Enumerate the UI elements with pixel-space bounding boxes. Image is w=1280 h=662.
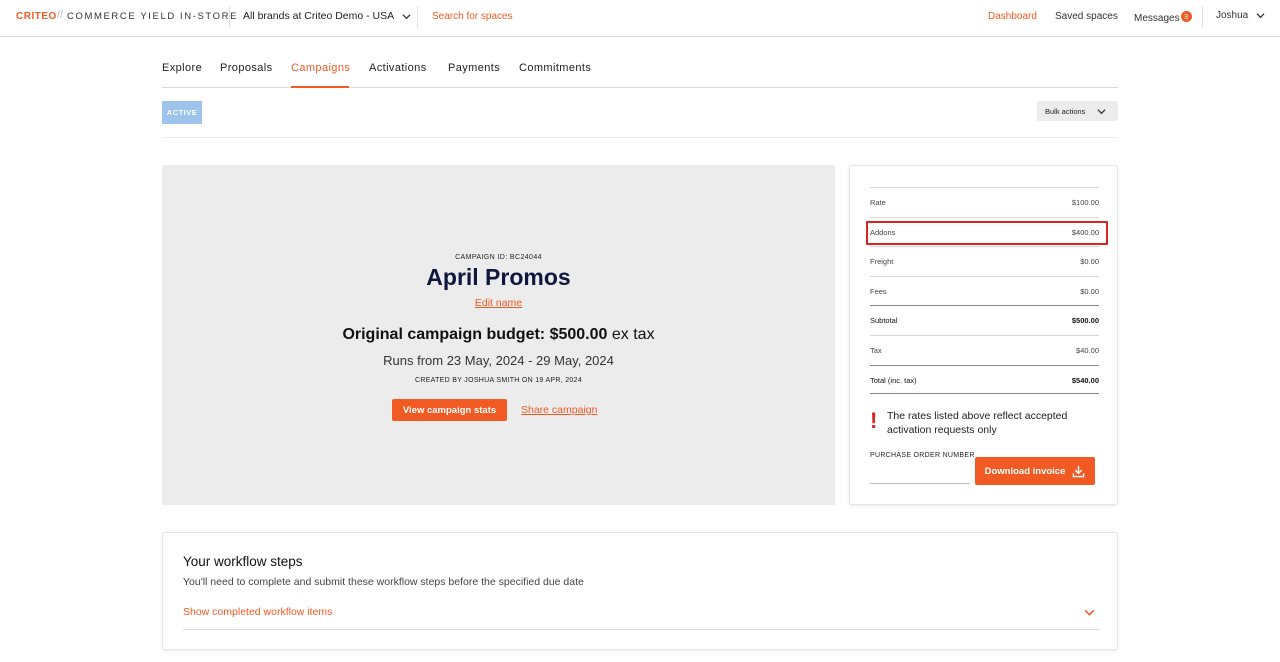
tab-campaigns[interactable]: Campaigns bbox=[291, 62, 350, 74]
summary-label: Rate bbox=[870, 198, 886, 207]
campaign-budget: Original campaign budget: $500.00 ex tax bbox=[162, 326, 835, 344]
chevron-down-icon[interactable] bbox=[1084, 607, 1095, 618]
addons-highlight-box bbox=[866, 221, 1108, 245]
budget-value: $500.00 bbox=[549, 326, 608, 343]
divider bbox=[229, 6, 230, 28]
nav-messages-label: Messages bbox=[1134, 13, 1180, 24]
logo-separator: // bbox=[57, 9, 64, 21]
download-invoice-button[interactable]: Download invoice bbox=[975, 457, 1095, 485]
bulk-actions-button[interactable]: Bulk actions bbox=[1037, 101, 1118, 121]
cost-summary-panel: Rate $100.00 Addons $400.00 Freight $0.0… bbox=[849, 165, 1118, 505]
campaign-title: April Promos bbox=[426, 264, 571, 290]
po-number-label: PURCHASE ORDER NUMBER bbox=[870, 452, 975, 459]
view-campaign-stats-button[interactable]: View campaign stats bbox=[392, 399, 507, 421]
product-name: COMMERCE YIELD IN-STORE bbox=[67, 11, 239, 22]
summary-row-tax: Tax $40.00 bbox=[870, 335, 1099, 364]
summary-value: $40.00 bbox=[1076, 346, 1099, 355]
user-name: Joshua bbox=[1216, 10, 1249, 21]
divider bbox=[162, 137, 1118, 138]
top-navigation-bar: CRITEO // COMMERCE YIELD IN-STORE All br… bbox=[0, 0, 1280, 37]
workflow-steps-card: Your workflow steps You'll need to compl… bbox=[162, 532, 1118, 650]
campaign-created-by: CREATED BY JOSHUA SMITH ON 19 APR, 2024 bbox=[414, 377, 583, 384]
summary-label: Tax bbox=[870, 346, 882, 355]
tab-payments[interactable]: Payments bbox=[448, 62, 500, 74]
brand-select-label: All brands at Criteo Demo - USA bbox=[243, 10, 395, 22]
criteo-logo[interactable]: CRITEO bbox=[16, 11, 57, 22]
workflow-subtitle: You'll need to complete and submit these… bbox=[183, 576, 584, 588]
summary-value: $0.00 bbox=[1080, 287, 1099, 296]
user-menu[interactable]: Joshua bbox=[1216, 10, 1265, 21]
divider bbox=[1202, 6, 1203, 28]
summary-row-fees: Fees $0.00 bbox=[870, 276, 1099, 305]
edit-name-link[interactable]: Edit name bbox=[162, 297, 835, 309]
tab-activations[interactable]: Activations bbox=[369, 62, 427, 74]
campaign-id: CAMPAIGN ID: BC24044 bbox=[455, 254, 542, 261]
budget-suffix: ex tax bbox=[611, 326, 655, 343]
nav-saved-spaces[interactable]: Saved spaces bbox=[1055, 11, 1118, 22]
tab-commitments[interactable]: Commitments bbox=[519, 62, 591, 74]
brand-select[interactable]: All brands at Criteo Demo - USA bbox=[243, 10, 411, 22]
status-badge: ACTIVE bbox=[162, 101, 202, 124]
summary-value: $540.00 bbox=[1071, 376, 1099, 385]
po-number-input[interactable] bbox=[870, 464, 970, 484]
summary-value: $100.00 bbox=[1071, 198, 1099, 207]
campaign-run-dates: Runs from 23 May, 2024 - 29 May, 2024 bbox=[383, 353, 614, 368]
workflow-title: Your workflow steps bbox=[183, 554, 303, 569]
exclamation-icon: ! bbox=[870, 408, 878, 433]
nav-dashboard[interactable]: Dashboard bbox=[988, 11, 1037, 22]
summary-row-subtotal: Subtotal $500.00 bbox=[870, 305, 1099, 334]
summary-row-total: Total (inc. tax) $540.00 bbox=[870, 365, 1099, 394]
divider bbox=[417, 6, 418, 28]
nav-messages[interactable]: Messages 3 bbox=[1134, 11, 1192, 24]
tab-explore[interactable]: Explore bbox=[162, 62, 202, 74]
chevron-down-icon bbox=[1097, 108, 1106, 114]
summary-row-rate: Rate $100.00 bbox=[870, 187, 1099, 216]
search-spaces-link[interactable]: Search for spaces bbox=[432, 11, 513, 22]
rates-warning: The rates listed above reflect accepted … bbox=[887, 410, 1068, 436]
summary-value: $500.00 bbox=[1071, 316, 1099, 325]
download-icon bbox=[1073, 465, 1085, 477]
edit-name-label: Edit name bbox=[474, 297, 523, 309]
summary-label: Subtotal bbox=[870, 316, 898, 325]
divider bbox=[183, 629, 1099, 630]
chevron-down-icon bbox=[1256, 13, 1265, 19]
section-tabs: Explore Proposals Campaigns Activations … bbox=[162, 52, 1118, 88]
summary-label: Total (inc. tax) bbox=[870, 376, 917, 385]
summary-value: $0.00 bbox=[1080, 257, 1099, 266]
download-invoice-label: Download invoice bbox=[984, 465, 1066, 477]
summary-row-freight: Freight $0.00 bbox=[870, 246, 1099, 275]
summary-label: Fees bbox=[870, 287, 887, 296]
budget-label: Original campaign budget: bbox=[342, 326, 546, 343]
summary-label: Freight bbox=[870, 257, 894, 266]
chevron-down-icon bbox=[402, 13, 411, 19]
show-completed-workflow-toggle[interactable]: Show completed workflow items bbox=[183, 606, 332, 618]
share-campaign-link[interactable]: Share campaign bbox=[521, 404, 597, 416]
active-tab-indicator bbox=[291, 86, 349, 88]
tab-proposals[interactable]: Proposals bbox=[220, 62, 273, 74]
bulk-actions-label: Bulk actions bbox=[1045, 106, 1086, 116]
campaign-hero: CAMPAIGN ID: BC24044 April Promos Edit n… bbox=[162, 165, 835, 505]
messages-count-badge: 3 bbox=[1180, 11, 1192, 22]
